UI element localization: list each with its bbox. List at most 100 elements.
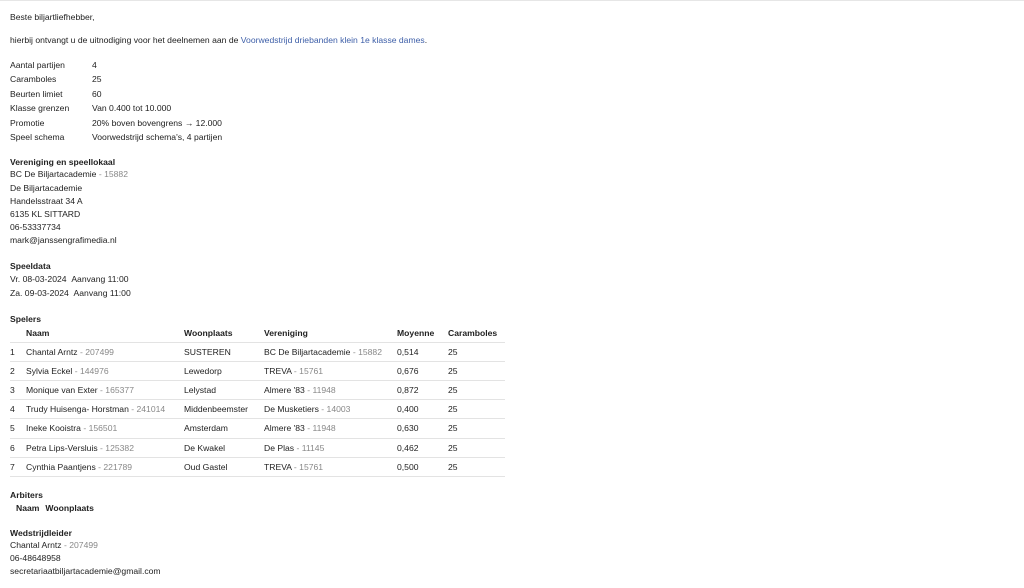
venue-club-name: BC De Biljartacademie xyxy=(10,169,97,180)
player-city: De Kwakel xyxy=(184,442,226,453)
player-id: - 221789 xyxy=(95,461,133,472)
top-divider xyxy=(0,0,1024,1)
referees-heading: Arbiters xyxy=(10,490,43,501)
cell-name: Petra Lips-Versluis - 125382 xyxy=(26,437,184,458)
venue-club-id: - 15882 xyxy=(96,169,128,180)
table-row: 1 Chantal Arntz - 207499 SUSTEREN BC De Bil… xyxy=(10,341,505,362)
param-value: 25 xyxy=(92,74,102,85)
cell-caramboles: 25 xyxy=(448,341,505,362)
param-value: 20% boven bovengrens → 12.000 xyxy=(92,117,222,128)
referees-table: Naam Woonplaats xyxy=(10,501,100,515)
ref-col-city: Woonplaats xyxy=(45,503,94,514)
cell-name: Sylvia Eckel - 144976 xyxy=(26,360,184,381)
param-label: Klasse grenzen xyxy=(10,103,70,114)
param-row: Klasse grenzen Van 0.400 tot 10.000 xyxy=(10,101,222,115)
cell-name: Cynthia Paantjens - 221789 xyxy=(26,456,184,478)
venue-line-street: Handelsstraat 34 A xyxy=(10,195,83,206)
cell-nr: 3 xyxy=(10,380,26,400)
cell-club: TREVA - 15761 xyxy=(264,360,397,381)
invitation-body: Beste biljartliefhebber, hierbij ontvang… xyxy=(10,11,1010,579)
param-row: Beurten limiet 60 xyxy=(10,87,222,101)
player-moyenne: 0,400 xyxy=(397,404,419,415)
cell-caramboles: 25 xyxy=(448,360,505,381)
col-nr xyxy=(10,325,26,343)
cell-nr: 1 xyxy=(10,341,26,362)
cell-nr: 4 xyxy=(10,399,26,419)
cell-nr: 7 xyxy=(10,456,26,478)
player-club-id: - 15761 xyxy=(291,461,324,472)
player-id: - 156501 xyxy=(80,423,118,434)
cell-name: Trudy Huisenga- Horstman - 241014 xyxy=(26,399,184,419)
cell-caramboles: 25 xyxy=(448,437,505,458)
cell-club: Almere '83 - 11948 xyxy=(264,418,397,439)
table-row: 4 Trudy Huisenga- Horstman - 241014 Midden… xyxy=(10,399,505,419)
player-club: De Musketiers xyxy=(264,404,319,415)
leader-email: secretariaatbiljartacademie@gmail.com xyxy=(10,566,161,577)
leader-heading: Wedstrijdleider xyxy=(10,528,72,539)
player-club: De Plas xyxy=(264,442,295,453)
col-club: Vereniging xyxy=(264,327,308,338)
venue-line-email: mark@janssengrafimedia.nl xyxy=(10,235,117,246)
cell-club: De Plas - 11145 xyxy=(264,437,397,458)
player-nr: 6 xyxy=(10,442,15,453)
player-id: - 144976 xyxy=(72,365,109,376)
player-moyenne: 0,462 xyxy=(397,442,419,453)
date-day: Za. 09-03-2024 xyxy=(10,288,69,299)
player-caramboles: 25 xyxy=(448,404,458,415)
dates-section: Speeldata Vr. 08-03-2024 Aanvang 11:00 Z… xyxy=(10,260,1010,301)
table-row: 3 Monique van Exter - 165377 Lelystad Almer… xyxy=(10,380,505,400)
cell-nr: 5 xyxy=(10,418,26,439)
venue-line-city: 6135 KL SITTARD xyxy=(10,209,81,220)
cell-city: Middenbeemster xyxy=(184,399,264,419)
cell-name: Ineke Kooistra - 156501 xyxy=(26,418,184,439)
col-name: Naam xyxy=(26,327,50,338)
player-moyenne: 0,872 xyxy=(397,385,419,396)
player-club: TREVA xyxy=(264,365,292,376)
cell-nr: 2 xyxy=(10,360,26,381)
leader-section: Wedstrijdleider Chantal Arntz - 207499 0… xyxy=(10,527,1010,579)
player-name: Monique van Exter xyxy=(26,385,98,396)
player-city: Middenbeemster xyxy=(184,404,249,415)
player-city: Amsterdam xyxy=(184,423,228,434)
col-moyenne: Moyenne xyxy=(397,327,435,338)
table-row: 7 Cynthia Paantjens - 221789 Oud Gastel TRE… xyxy=(10,456,505,478)
player-city: Lewedorp xyxy=(184,365,222,376)
cell-moyenne: 0,514 xyxy=(397,341,448,362)
param-value: 4 xyxy=(92,60,97,70)
date-item: Vr. 08-03-2024 Aanvang 11:00 xyxy=(10,272,1010,287)
player-name: Cynthia Paantjens xyxy=(26,461,96,472)
col-caramboles: Caramboles xyxy=(448,327,498,338)
player-club-id: - 15882 xyxy=(350,346,382,357)
player-caramboles: 25 xyxy=(448,461,458,472)
cell-caramboles: 25 xyxy=(448,399,505,419)
ref-col-name: Naam xyxy=(16,503,40,514)
player-club-id: - 15761 xyxy=(291,365,324,376)
cell-city: SUSTEREN xyxy=(184,341,264,362)
param-label: Beurten limiet xyxy=(10,88,63,99)
player-name: Sylvia Eckel xyxy=(26,365,73,376)
cell-city: Lewedorp xyxy=(184,360,264,381)
param-row: Promotie 20% boven bovengrens → 12.000 xyxy=(10,116,222,130)
player-city: SUSTEREN xyxy=(184,346,231,357)
player-id: - 207499 xyxy=(77,346,114,357)
cell-city: Lelystad xyxy=(184,380,264,400)
venue-line-phone: 06-53337734 xyxy=(10,222,61,233)
param-label: Caramboles xyxy=(10,74,57,85)
cell-caramboles: 25 xyxy=(448,418,505,439)
intro-before: hierbij ontvangt u de uitnodiging voor h… xyxy=(10,35,241,45)
player-club: TREVA xyxy=(264,461,292,472)
venue-section: Vereniging en speellokaal BC De Biljarta… xyxy=(10,156,1010,247)
player-name: Trudy Huisenga- Horstman xyxy=(26,404,129,415)
tournament-link[interactable]: Voorwedstrijd driebanden klein 1e klasse… xyxy=(241,35,425,45)
venue-heading: Vereniging en speellokaal xyxy=(10,157,116,168)
date-start: Aanvang 11:00 xyxy=(71,273,129,284)
player-nr: 3 xyxy=(10,385,15,396)
params-table: Aantal partijen 4 Caramboles 25 Beurten limi… xyxy=(10,58,222,144)
player-city: Lelystad xyxy=(184,385,217,396)
cell-name: Monique van Exter - 165377 xyxy=(26,380,184,400)
venue-club: BC De Biljartacademie - 15882 xyxy=(10,168,1010,181)
cell-city: Amsterdam xyxy=(184,418,264,439)
player-nr: 4 xyxy=(10,404,15,415)
player-city: Oud Gastel xyxy=(184,461,228,472)
player-name: Petra Lips-Versluis xyxy=(26,442,98,453)
